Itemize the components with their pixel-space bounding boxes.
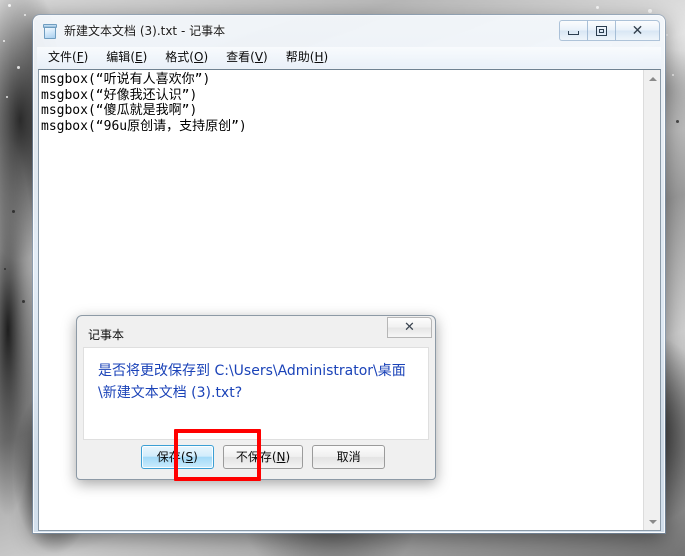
menu-label-format: 格式 [165,50,190,64]
maximize-button[interactable] [587,20,616,41]
menu-item-view[interactable]: 查看(V) [217,48,277,67]
minimize-icon [568,30,579,35]
window-titlebar[interactable]: 新建文本文档 (3).txt - 记事本 ✕ [35,17,663,47]
menu-mnemonic-file: F [76,50,84,64]
save-confirm-dialog[interactable]: 记事本 ✕ 是否将更改保存到 C:\Users\Administrator\桌面… [76,315,436,480]
maximize-icon [596,25,607,36]
menu-label-edit: 编辑 [106,50,131,64]
menu-item-format[interactable]: 格式(O) [156,48,217,67]
dialog-title: 记事本 [88,328,125,342]
vertical-scrollbar[interactable] [643,70,660,530]
save-button-label: 保存 [156,450,181,464]
scroll-up-icon[interactable] [644,70,661,87]
dialog-message: 是否将更改保存到 C:\Users\Administrator\桌面\新建文本文… [98,363,406,401]
menubar[interactable]: 文件(F) 编辑(E) 格式(O) 查看(V) 帮助(H) [37,47,661,68]
cancel-button[interactable]: 取消 [312,445,386,469]
menu-item-file[interactable]: 文件(F) [39,48,97,67]
dialog-close-button[interactable]: ✕ [387,317,432,338]
menu-mnemonic-format: O [193,50,204,64]
dialog-button-bar: 保存(S) 不保存(N) 取消 [83,439,429,475]
dialog-body: 是否将更改保存到 C:\Users\Administrator\桌面\新建文本文… [83,347,429,440]
close-icon: ✕ [404,320,415,335]
menu-label-help: 帮助 [285,50,310,64]
menu-mnemonic-view: V [254,50,264,64]
scroll-down-icon[interactable] [644,513,661,530]
save-button[interactable]: 保存(S) [140,445,214,469]
menu-label-view: 查看 [226,50,251,64]
menu-item-edit[interactable]: 编辑(E) [97,48,156,67]
close-button[interactable]: ✕ [615,20,660,41]
dont-save-button-label: 不保存 [235,450,272,464]
menu-item-help[interactable]: 帮助(H) [277,48,337,67]
cancel-button-label: 取消 [336,450,361,464]
window-title: 新建文本文档 (3).txt - 记事本 [64,24,226,38]
notepad-icon [43,24,58,40]
dont-save-button[interactable]: 不保存(N) [222,445,304,469]
save-button-mnemonic: S [185,450,194,464]
menu-mnemonic-edit: E [135,50,143,64]
save-button-wrapper: 保存(S) [140,445,214,469]
dialog-titlebar[interactable]: 记事本 ✕ [78,317,434,345]
window-controls[interactable]: ✕ [559,20,660,41]
dont-save-button-mnemonic: N [276,450,286,464]
menu-mnemonic-help: H [314,50,324,64]
close-icon: ✕ [631,22,644,39]
minimize-button[interactable] [559,20,588,41]
menu-label-file: 文件 [48,50,73,64]
